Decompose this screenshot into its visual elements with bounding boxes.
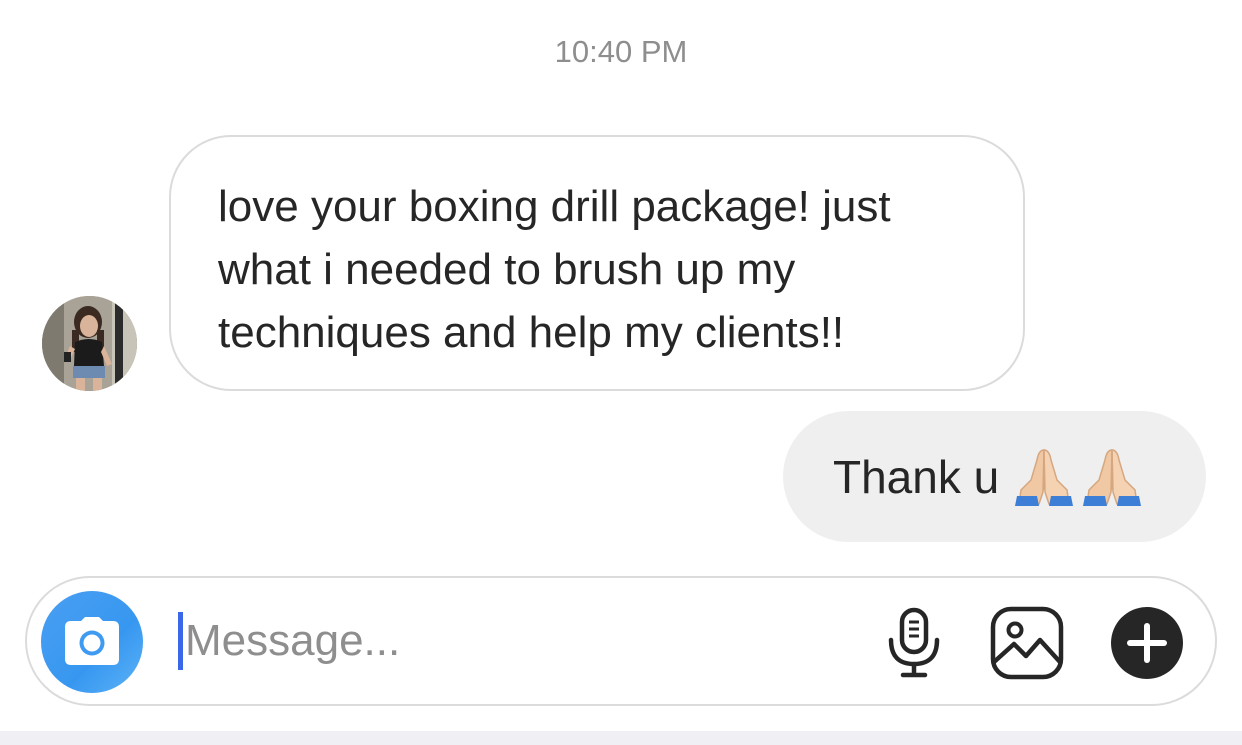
message-timestamp: 10:40 PM [554, 34, 688, 69]
message-composer [25, 576, 1217, 706]
camera-button[interactable] [41, 591, 143, 693]
microphone-icon [888, 607, 940, 678]
bottom-safe-area [0, 731, 1242, 745]
avatar-photo [42, 296, 137, 391]
message-line: love your boxing drill package! just [218, 182, 891, 231]
plus-icon [1111, 607, 1183, 679]
text-cursor [178, 612, 183, 670]
incoming-message-bubble[interactable]: love your boxing drill package! just wha… [169, 135, 1025, 391]
outgoing-message-bubble[interactable]: Thank u [783, 411, 1206, 542]
message-line: what i needed to brush up my [218, 245, 796, 294]
sender-avatar[interactable] [42, 296, 137, 391]
message-input[interactable] [185, 608, 705, 674]
chat-screen: 10:40 PM love your boxing drill package!… [0, 0, 1242, 745]
message-line: techniques and help my clients!! [218, 308, 845, 357]
gallery-button[interactable] [990, 606, 1064, 680]
folded-hands-icon [1015, 448, 1074, 506]
outgoing-message-text: Thank u [833, 450, 1000, 503]
emoji-group [1013, 446, 1143, 508]
folded-hands-icon [1083, 448, 1142, 506]
voice-message-button[interactable] [882, 606, 946, 680]
gallery-icon [990, 606, 1064, 680]
camera-icon [65, 617, 119, 665]
more-options-button[interactable] [1110, 606, 1184, 680]
